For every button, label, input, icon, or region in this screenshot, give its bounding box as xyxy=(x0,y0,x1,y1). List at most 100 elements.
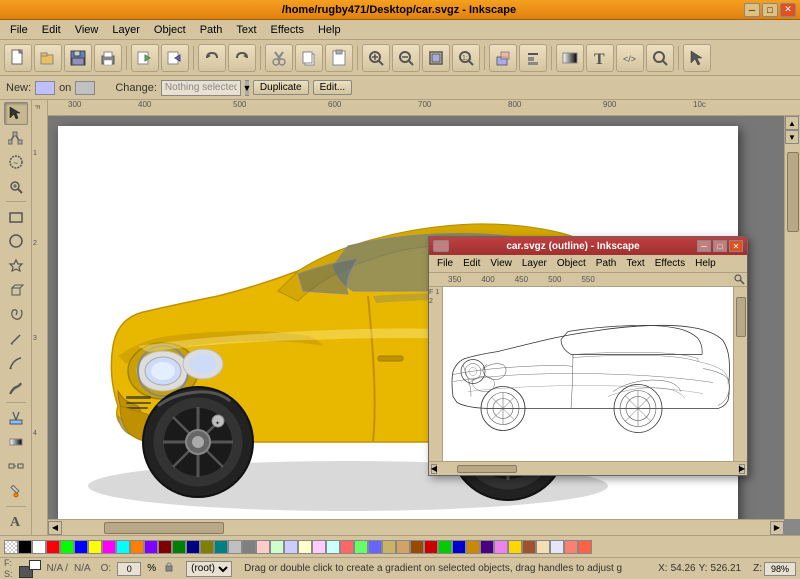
layer-dropdown[interactable]: (root) xyxy=(186,561,232,577)
lime-swatch[interactable] xyxy=(60,540,74,554)
transparent-swatch[interactable] xyxy=(4,540,18,554)
cursor-button[interactable] xyxy=(683,44,711,72)
outline-scrollbar-h[interactable]: ◀ ▶ xyxy=(429,461,747,475)
export-button[interactable] xyxy=(161,44,189,72)
h-scroll-thumb[interactable] xyxy=(104,522,224,534)
cyan-swatch[interactable] xyxy=(116,540,130,554)
save-button[interactable] xyxy=(64,44,92,72)
zoom-fit-button[interactable] xyxy=(422,44,450,72)
v-scroll-thumb[interactable] xyxy=(787,152,799,232)
gray-swatch[interactable] xyxy=(242,540,256,554)
tomato-swatch[interactable] xyxy=(578,540,592,554)
zoom-100-button[interactable]: 1:1 xyxy=(452,44,480,72)
red-swatch[interactable] xyxy=(46,540,60,554)
zoom-tool[interactable] xyxy=(4,175,28,198)
scroll-left-btn[interactable]: ◀ xyxy=(48,521,62,535)
undo-button[interactable] xyxy=(198,44,226,72)
select-tool[interactable] xyxy=(4,102,28,125)
calligraphy-tool[interactable] xyxy=(4,376,28,399)
outline-menu-object[interactable]: Object xyxy=(553,257,590,270)
outline-drawing-area[interactable] xyxy=(443,287,733,461)
white-swatch[interactable] xyxy=(32,540,46,554)
scroll-down-btn[interactable]: ▼ xyxy=(785,130,799,144)
node-tool[interactable] xyxy=(4,126,28,149)
menu-text[interactable]: Text xyxy=(230,22,262,38)
bucket-tool[interactable] xyxy=(4,406,28,429)
outline-maximize-button[interactable]: □ xyxy=(713,240,727,252)
zoom-out-button[interactable] xyxy=(392,44,420,72)
outline-menu-file[interactable]: File xyxy=(433,257,457,270)
outline-menu-text[interactable]: Text xyxy=(622,257,648,270)
find-button[interactable] xyxy=(646,44,674,72)
tweak-tool[interactable]: ~ xyxy=(4,151,28,174)
nothing-selected-input[interactable] xyxy=(161,80,241,96)
zoom-input[interactable] xyxy=(764,562,796,576)
outline-menu-view[interactable]: View xyxy=(486,257,516,270)
maroon-swatch[interactable] xyxy=(158,540,172,554)
scroll-right-btn[interactable]: ▶ xyxy=(770,521,784,535)
connector-tool[interactable] xyxy=(4,455,28,478)
darkgreen-swatch[interactable] xyxy=(438,540,452,554)
scroll-up-btn[interactable]: ▲ xyxy=(785,116,799,130)
khaki-swatch[interactable] xyxy=(382,540,396,554)
text-tool[interactable]: A xyxy=(4,510,28,533)
menu-effects[interactable]: Effects xyxy=(265,22,310,38)
magenta-swatch[interactable] xyxy=(102,540,116,554)
lightgreen-swatch[interactable] xyxy=(270,540,284,554)
paste-button[interactable] xyxy=(325,44,353,72)
silver-swatch[interactable] xyxy=(228,540,242,554)
outline-scrollbar-v[interactable] xyxy=(733,287,747,461)
menu-view[interactable]: View xyxy=(69,22,105,38)
rect-tool[interactable] xyxy=(4,205,28,228)
outline-menu-path[interactable]: Path xyxy=(592,257,621,270)
menu-edit[interactable]: Edit xyxy=(36,22,67,38)
maximize-button[interactable]: □ xyxy=(762,3,778,17)
navy-swatch[interactable] xyxy=(186,540,200,554)
black-swatch[interactable] xyxy=(18,540,32,554)
outline-zoom-icon[interactable] xyxy=(733,273,745,287)
lightyellow-swatch[interactable] xyxy=(298,540,312,554)
transform-button[interactable] xyxy=(489,44,517,72)
outline-menu-layer[interactable]: Layer xyxy=(518,257,551,270)
fill-stroke-indicator[interactable] xyxy=(19,560,41,578)
orange-swatch[interactable] xyxy=(130,540,144,554)
outline-menu-edit[interactable]: Edit xyxy=(459,257,484,270)
zoom-in-button[interactable] xyxy=(362,44,390,72)
purple-swatch[interactable] xyxy=(144,540,158,554)
open-button[interactable] xyxy=(34,44,62,72)
lightcyan-swatch[interactable] xyxy=(326,540,340,554)
medgreen-swatch[interactable] xyxy=(354,540,368,554)
pencil-tool[interactable] xyxy=(4,327,28,350)
opacity-input[interactable] xyxy=(117,562,141,576)
lightblue-swatch[interactable] xyxy=(284,540,298,554)
medblue-swatch[interactable] xyxy=(368,540,382,554)
gold-swatch[interactable] xyxy=(508,540,522,554)
lock-icon[interactable] xyxy=(162,560,176,577)
teal-swatch[interactable] xyxy=(214,540,228,554)
brown-swatch[interactable] xyxy=(410,540,424,554)
menu-path[interactable]: Path xyxy=(194,22,229,38)
menu-layer[interactable]: Layer xyxy=(106,22,146,38)
minimize-button[interactable]: ─ xyxy=(744,3,760,17)
spiral-tool[interactable] xyxy=(4,303,28,326)
coral-swatch[interactable] xyxy=(340,540,354,554)
sienna-swatch[interactable] xyxy=(522,540,536,554)
outline-close-button[interactable]: ✕ xyxy=(729,240,743,252)
close-button[interactable]: ✕ xyxy=(780,3,796,17)
tan-swatch[interactable] xyxy=(396,540,410,554)
layer-selector[interactable]: (root) xyxy=(186,561,232,577)
gradient-edit-tool[interactable] xyxy=(4,431,28,454)
canvas[interactable]: ✦ car.svgz (outline) - Inkscape ─ □ ✕ xyxy=(48,116,784,519)
edit-button[interactable]: Edit... xyxy=(313,80,353,95)
wheat-swatch[interactable] xyxy=(536,540,550,554)
dropper-tool[interactable] xyxy=(4,479,28,502)
green-swatch[interactable] xyxy=(172,540,186,554)
duplicate-button[interactable]: Duplicate xyxy=(253,80,309,95)
h-scrollbar[interactable]: ◀ ▶ xyxy=(48,519,784,535)
pink-swatch[interactable] xyxy=(256,540,270,554)
v-scrollbar[interactable]: ▲ ▼ xyxy=(784,116,800,519)
import-button[interactable] xyxy=(131,44,159,72)
darkblue-swatch[interactable] xyxy=(452,540,466,554)
salmon-swatch[interactable] xyxy=(564,540,578,554)
on-color-box[interactable] xyxy=(75,81,95,95)
